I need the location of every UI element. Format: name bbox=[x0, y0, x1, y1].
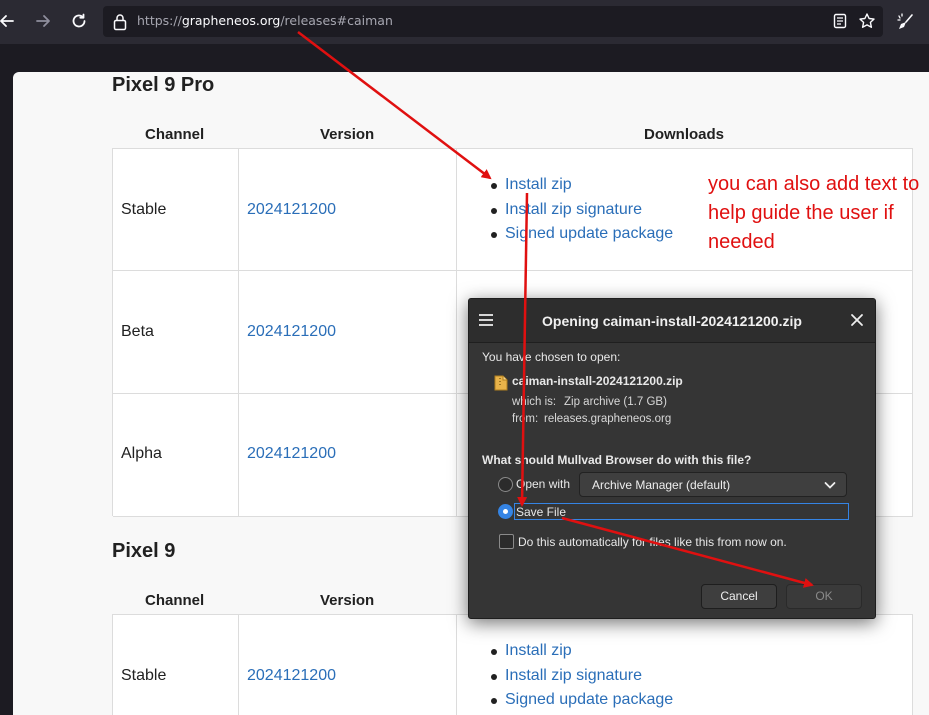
table-cell: Alpha bbox=[113, 394, 239, 517]
download-list: Install zip Install zip signature Signed… bbox=[491, 639, 673, 713]
action-question: What should Mullvad Browser do with this… bbox=[482, 453, 752, 467]
device-heading: Pixel 9 Pro bbox=[112, 74, 215, 96]
table-cell: 2024121200 bbox=[239, 149, 457, 271]
forward-button[interactable] bbox=[30, 8, 56, 34]
browser-toolbar: https://grapheneos.org/releases#caiman bbox=[0, 0, 929, 44]
reader-view-icon[interactable] bbox=[831, 12, 849, 30]
table-cell: Stable bbox=[113, 149, 239, 271]
version-link[interactable]: 2024121200 bbox=[247, 323, 336, 341]
back-button[interactable] bbox=[0, 8, 20, 34]
ok-button[interactable]: OK bbox=[786, 584, 862, 609]
column-header-channel: Channel bbox=[145, 126, 205, 143]
zip-file-icon bbox=[494, 375, 508, 391]
chosen-to-open-label: You have chosen to open: bbox=[482, 350, 621, 364]
device-heading: Pixel 9 bbox=[112, 540, 176, 562]
url-text[interactable]: https://grapheneos.org/releases#caiman bbox=[137, 13, 393, 28]
which-is-label: which is: bbox=[512, 396, 557, 408]
open-with-app-value: Archive Manager (default) bbox=[592, 478, 731, 492]
source-value: releases.grapheneos.org bbox=[544, 413, 672, 425]
url-bar[interactable]: https://grapheneos.org/releases#caiman bbox=[103, 6, 883, 37]
signed-update-package-link[interactable]: Signed update package bbox=[491, 688, 673, 713]
annotation-note: you can also add text to help guide the … bbox=[708, 173, 920, 253]
from-label: from: bbox=[512, 413, 539, 425]
extension-broom-icon[interactable] bbox=[896, 12, 916, 32]
version-link[interactable]: 2024121200 bbox=[247, 201, 336, 219]
channel-label: Alpha bbox=[121, 445, 162, 462]
reload-icon bbox=[72, 13, 86, 28]
channel-label: Beta bbox=[121, 323, 154, 340]
table-cell: Stable bbox=[113, 615, 239, 715]
install-zip-link[interactable]: Install zip bbox=[491, 639, 673, 664]
dialog-header: Opening caiman-install-2024121200.zip bbox=[469, 299, 875, 343]
auto-action-label[interactable]: Do this automatically for files like thi… bbox=[518, 535, 787, 549]
save-file-radio[interactable] bbox=[498, 504, 513, 519]
file-type-value: Zip archive (1.7 GB) bbox=[564, 396, 667, 408]
signed-update-package-link[interactable]: Signed update package bbox=[491, 222, 673, 247]
install-zip-link[interactable]: Install zip bbox=[491, 173, 673, 198]
table-cell: 2024121200 bbox=[239, 615, 457, 715]
open-with-label[interactable]: Open with bbox=[516, 477, 570, 491]
releases-table: Stable 2024121200 Install zip Install zi… bbox=[112, 614, 913, 715]
column-header-channel: Channel bbox=[145, 592, 205, 609]
install-zip-signature-link[interactable]: Install zip signature bbox=[491, 664, 673, 689]
table-cell: Beta bbox=[113, 271, 239, 394]
download-list: Install zip Install zip signature Signed… bbox=[491, 173, 673, 247]
close-icon[interactable] bbox=[850, 313, 864, 327]
version-link[interactable]: 2024121200 bbox=[247, 445, 336, 463]
channel-label: Stable bbox=[121, 667, 167, 684]
dialog-title: Opening caiman-install-2024121200.zip bbox=[542, 313, 802, 329]
url-prefix: https:// bbox=[137, 13, 182, 28]
save-file-label: Save File bbox=[516, 505, 567, 519]
install-zip-signature-link[interactable]: Install zip signature bbox=[491, 198, 673, 223]
table-cell: 2024121200 bbox=[239, 394, 457, 517]
column-header-version: Version bbox=[320, 126, 375, 143]
url-path: /releases#caiman bbox=[280, 13, 393, 28]
channel-label: Stable bbox=[121, 201, 167, 218]
table-cell: Install zip Install zip signature Signed… bbox=[457, 615, 913, 715]
auto-action-checkbox[interactable] bbox=[499, 534, 514, 549]
back-arrow-icon bbox=[0, 15, 14, 27]
lock-icon[interactable] bbox=[112, 13, 128, 31]
save-file-option[interactable]: Save File bbox=[514, 503, 849, 520]
tab-area-strip bbox=[0, 44, 929, 74]
open-with-app-select[interactable]: Archive Manager (default) bbox=[579, 472, 847, 497]
file-name: caiman-install-2024121200.zip bbox=[512, 374, 683, 388]
reload-button[interactable] bbox=[66, 8, 92, 34]
open-with-radio[interactable] bbox=[498, 477, 513, 492]
url-host: grapheneos.org bbox=[181, 13, 281, 28]
chevron-down-icon bbox=[824, 482, 836, 489]
table-cell: 2024121200 bbox=[239, 271, 457, 394]
version-link[interactable]: 2024121200 bbox=[247, 667, 336, 685]
column-header-downloads: Downloads bbox=[644, 126, 725, 143]
download-dialog: Opening caiman-install-2024121200.zip Yo… bbox=[468, 298, 876, 619]
column-header-version: Version bbox=[320, 592, 375, 609]
cancel-button[interactable]: Cancel bbox=[701, 584, 777, 609]
forward-arrow-icon bbox=[36, 15, 50, 27]
bookmark-star-icon[interactable] bbox=[858, 12, 876, 30]
